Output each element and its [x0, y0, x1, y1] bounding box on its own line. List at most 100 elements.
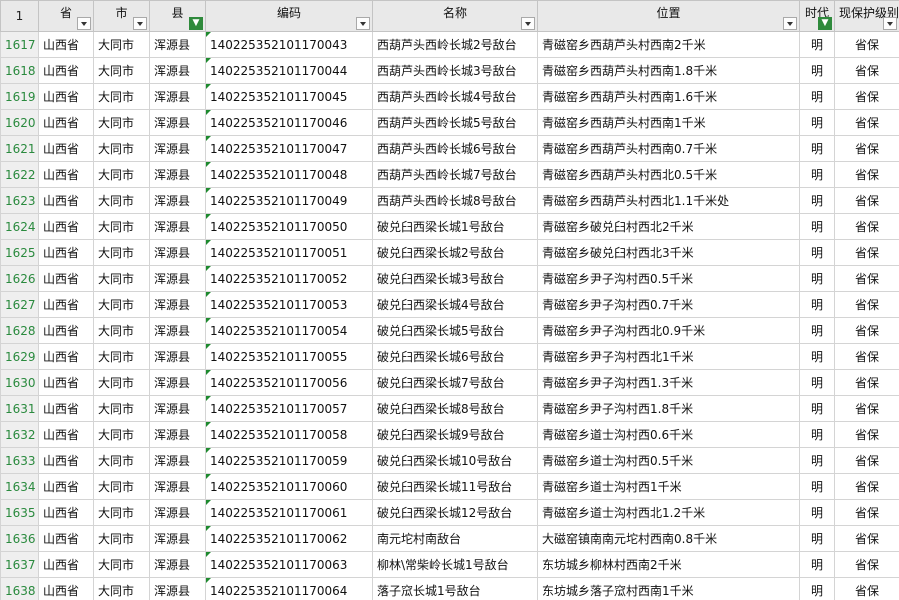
cell-code[interactable]: 140225352101170045: [205, 83, 373, 110]
column-header-era[interactable]: 时代 ▼: [799, 0, 835, 32]
cell-code[interactable]: 140225352101170052: [205, 265, 373, 292]
cell-province[interactable]: 山西省: [38, 577, 94, 600]
cell-code[interactable]: 140225352101170060: [205, 473, 373, 500]
cell-county[interactable]: 浑源县: [149, 187, 206, 214]
cell-name[interactable]: 破兑臼西梁长城5号敌台: [372, 317, 538, 344]
cell-city[interactable]: 大同市: [93, 109, 150, 136]
cell-province[interactable]: 山西省: [38, 473, 94, 500]
cell-level[interactable]: 省保: [834, 395, 899, 422]
cell-county[interactable]: 浑源县: [149, 291, 206, 318]
cell-location[interactable]: 青磁窑乡尹子沟村西1.8千米: [537, 395, 800, 422]
row-number[interactable]: 1626: [0, 265, 39, 292]
cell-county[interactable]: 浑源县: [149, 473, 206, 500]
cell-era[interactable]: 明: [799, 239, 835, 266]
cell-name[interactable]: 西葫芦头西岭长城5号敌台: [372, 109, 538, 136]
cell-level[interactable]: 省保: [834, 447, 899, 474]
cell-location[interactable]: 青磁窑乡尹子沟村西北1千米: [537, 343, 800, 370]
cell-code[interactable]: 140225352101170051: [205, 239, 373, 266]
filter-active-button[interactable]: ▼: [818, 17, 832, 30]
cell-code[interactable]: 140225352101170046: [205, 109, 373, 136]
cell-city[interactable]: 大同市: [93, 525, 150, 552]
cell-code[interactable]: 140225352101170061: [205, 499, 373, 526]
cell-level[interactable]: 省保: [834, 473, 899, 500]
cell-location[interactable]: 青磁窑乡尹子沟村西0.7千米: [537, 291, 800, 318]
cell-name[interactable]: 南元坨村南敌台: [372, 525, 538, 552]
cell-level[interactable]: 省保: [834, 291, 899, 318]
cell-era[interactable]: 明: [799, 395, 835, 422]
cell-city[interactable]: 大同市: [93, 265, 150, 292]
cell-name[interactable]: 破兑臼西梁长城1号敌台: [372, 213, 538, 240]
cell-level[interactable]: 省保: [834, 577, 899, 600]
cell-city[interactable]: 大同市: [93, 369, 150, 396]
column-header-county[interactable]: 县 ▼: [149, 0, 206, 32]
cell-county[interactable]: 浑源县: [149, 577, 206, 600]
cell-code[interactable]: 140225352101170055: [205, 343, 373, 370]
cell-level[interactable]: 省保: [834, 31, 899, 58]
cell-county[interactable]: 浑源县: [149, 395, 206, 422]
cell-era[interactable]: 明: [799, 291, 835, 318]
cell-county[interactable]: 浑源县: [149, 83, 206, 110]
filter-dropdown-button[interactable]: [883, 17, 897, 30]
row-number[interactable]: 1635: [0, 499, 39, 526]
row-number[interactable]: 1633: [0, 447, 39, 474]
cell-code[interactable]: 140225352101170053: [205, 291, 373, 318]
cell-code[interactable]: 140225352101170057: [205, 395, 373, 422]
cell-name[interactable]: 破兑臼西梁长城11号敌台: [372, 473, 538, 500]
cell-province[interactable]: 山西省: [38, 291, 94, 318]
cell-location[interactable]: 青磁窑乡尹子沟村西1.3千米: [537, 369, 800, 396]
filter-active-button[interactable]: ▼: [189, 17, 203, 30]
cell-city[interactable]: 大同市: [93, 135, 150, 162]
cell-county[interactable]: 浑源县: [149, 213, 206, 240]
cell-province[interactable]: 山西省: [38, 369, 94, 396]
cell-name[interactable]: 西葫芦头西岭长城3号敌台: [372, 57, 538, 84]
cell-code[interactable]: 140225352101170058: [205, 421, 373, 448]
cell-city[interactable]: 大同市: [93, 551, 150, 578]
cell-province[interactable]: 山西省: [38, 239, 94, 266]
cell-era[interactable]: 明: [799, 421, 835, 448]
cell-era[interactable]: 明: [799, 343, 835, 370]
cell-level[interactable]: 省保: [834, 83, 899, 110]
cell-level[interactable]: 省保: [834, 109, 899, 136]
cell-province[interactable]: 山西省: [38, 187, 94, 214]
row-number[interactable]: 1619: [0, 83, 39, 110]
cell-code[interactable]: 140225352101170047: [205, 135, 373, 162]
cell-county[interactable]: 浑源县: [149, 265, 206, 292]
cell-city[interactable]: 大同市: [93, 213, 150, 240]
cell-city[interactable]: 大同市: [93, 31, 150, 58]
cell-county[interactable]: 浑源县: [149, 109, 206, 136]
cell-province[interactable]: 山西省: [38, 31, 94, 58]
cell-level[interactable]: 省保: [834, 421, 899, 448]
cell-city[interactable]: 大同市: [93, 577, 150, 600]
row-number[interactable]: 1630: [0, 369, 39, 396]
column-header-name[interactable]: 名称: [372, 0, 538, 32]
cell-location[interactable]: 青磁窑乡西葫芦头村西南0.7千米: [537, 135, 800, 162]
cell-code[interactable]: 140225352101170064: [205, 577, 373, 600]
cell-code[interactable]: 140225352101170044: [205, 57, 373, 84]
filter-dropdown-button[interactable]: [77, 17, 91, 30]
cell-province[interactable]: 山西省: [38, 57, 94, 84]
cell-city[interactable]: 大同市: [93, 57, 150, 84]
cell-province[interactable]: 山西省: [38, 213, 94, 240]
cell-code[interactable]: 140225352101170063: [205, 551, 373, 578]
column-header-location[interactable]: 位置: [537, 0, 800, 32]
cell-city[interactable]: 大同市: [93, 473, 150, 500]
cell-location[interactable]: 青磁窑乡道士沟村西1千米: [537, 473, 800, 500]
cell-name[interactable]: 西葫芦头西岭长城8号敌台: [372, 187, 538, 214]
cell-city[interactable]: 大同市: [93, 187, 150, 214]
cell-location[interactable]: 青磁窑乡道士沟村西北1.2千米: [537, 499, 800, 526]
cell-name[interactable]: 西葫芦头西岭长城4号敌台: [372, 83, 538, 110]
cell-location[interactable]: 东坊城乡落子窊村西南1千米: [537, 577, 800, 600]
cell-era[interactable]: 明: [799, 499, 835, 526]
cell-era[interactable]: 明: [799, 447, 835, 474]
cell-city[interactable]: 大同市: [93, 447, 150, 474]
row-number[interactable]: 1624: [0, 213, 39, 240]
cell-era[interactable]: 明: [799, 31, 835, 58]
row-number[interactable]: 1617: [0, 31, 39, 58]
cell-city[interactable]: 大同市: [93, 239, 150, 266]
cell-location[interactable]: 青磁窑乡道士沟村西0.6千米: [537, 421, 800, 448]
cell-level[interactable]: 省保: [834, 525, 899, 552]
cell-province[interactable]: 山西省: [38, 161, 94, 188]
row-number[interactable]: 1622: [0, 161, 39, 188]
row-number[interactable]: 1629: [0, 343, 39, 370]
cell-province[interactable]: 山西省: [38, 83, 94, 110]
